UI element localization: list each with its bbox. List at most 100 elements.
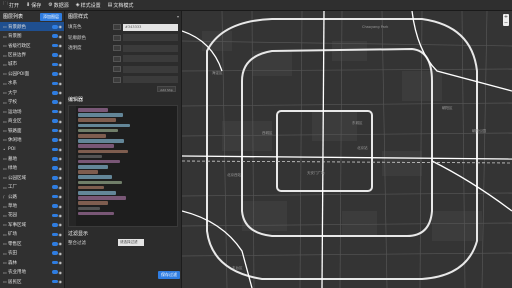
layer-visibility-toggle[interactable] <box>51 147 58 152</box>
eye-icon[interactable]: ◉ <box>59 175 63 180</box>
layer-visibility-toggle[interactable] <box>51 53 58 57</box>
eye-icon[interactable]: ◉ <box>59 166 63 171</box>
eye-icon[interactable]: ◉ <box>59 71 63 76</box>
document-mode-button[interactable]: ▤ 文档模式 <box>108 2 134 9</box>
layer-row[interactable]: ▭ 矿场 ◉ <box>0 230 64 239</box>
save-button[interactable]: ⬇ 保存 <box>26 2 41 9</box>
eye-icon[interactable]: ◉ <box>59 128 63 133</box>
collapse-icon[interactable]: ▾ <box>177 14 179 19</box>
layer-row[interactable]: ▭ 花园 ◉ <box>0 211 64 220</box>
eye-icon[interactable]: ◉ <box>59 43 63 48</box>
layer-visibility-toggle[interactable] <box>51 223 58 227</box>
layer-visibility-toggle[interactable] <box>51 43 58 48</box>
map-view[interactable]: Chaoyang Park 朝阳公园 北京站 天安门广场 北京西站 丰台区 海淀… <box>182 11 512 288</box>
outline-color-swatch[interactable] <box>113 34 121 41</box>
fill-color-swatch[interactable] <box>113 24 121 31</box>
layer-row[interactable]: ▭ 农田 ◉ <box>0 249 64 258</box>
layer-row[interactable]: ▭ 大学 ◉ <box>0 88 64 97</box>
layer-row[interactable]: ▭ 绿地 ◉ <box>0 164 64 173</box>
layer-visibility-toggle[interactable] <box>51 185 58 189</box>
opacity-swatch[interactable] <box>113 45 121 52</box>
layer-row[interactable]: ▭ 城市 ◉ <box>0 60 64 69</box>
layer-row[interactable]: ▭ 运动场 ◉ <box>0 107 64 116</box>
opacity-input[interactable] <box>123 44 178 52</box>
layer-row[interactable]: ▭ 区县边界 ◉ <box>0 50 64 59</box>
style-row-4-swatch[interactable] <box>113 55 121 62</box>
eye-icon[interactable]: ◉ <box>59 270 63 275</box>
layer-row[interactable]: ▭ 工厂 ◉ <box>0 182 64 191</box>
style-settings-button[interactable]: ◈ 样式设置 <box>76 2 101 9</box>
style-row-6-input[interactable] <box>123 76 178 84</box>
eye-icon[interactable]: ◉ <box>59 81 63 86</box>
apply-style-button[interactable]: Add Shp <box>157 86 176 92</box>
layer-visibility-toggle[interactable] <box>51 81 58 86</box>
eye-icon[interactable]: ◉ <box>59 241 63 246</box>
layer-visibility-toggle[interactable] <box>51 119 58 123</box>
eye-icon[interactable]: ◉ <box>59 156 63 161</box>
code-editor[interactable] <box>68 105 178 227</box>
layer-visibility-toggle[interactable] <box>51 128 58 133</box>
layer-visibility-toggle[interactable] <box>51 251 58 256</box>
layer-visibility-toggle[interactable] <box>51 90 58 95</box>
layer-row[interactable]: ▭ 水系 ◉ <box>0 79 64 88</box>
open-button[interactable]: 🗀 打开 <box>3 1 19 9</box>
layer-row[interactable]: ▭ 背景图 ◉ <box>0 31 64 40</box>
layer-visibility-toggle[interactable] <box>51 270 58 274</box>
fill-color-input[interactable]: #343333 <box>123 23 178 31</box>
save-filter-button[interactable]: 保存过滤 <box>158 271 180 279</box>
layer-visibility-toggle[interactable] <box>51 109 58 114</box>
add-layer-button[interactable]: 添加图层 <box>40 12 62 21</box>
eye-icon[interactable]: ◉ <box>59 194 63 199</box>
layer-row[interactable]: ▭ 草地 ◉ <box>0 201 64 210</box>
layer-row[interactable]: ▭ 背景颜色 ◉ <box>0 22 64 32</box>
layer-row[interactable]: ▭ 居民区 ◉ <box>0 277 64 286</box>
eye-icon[interactable]: ◉ <box>59 185 63 190</box>
style-row-5-input[interactable] <box>123 65 178 73</box>
eye-icon[interactable]: ◉ <box>59 100 63 105</box>
map-canvas[interactable] <box>182 11 512 288</box>
filter-select[interactable]: 请选择过滤 <box>118 239 144 246</box>
data-source-button[interactable]: ⚙ 数据源 <box>48 2 69 9</box>
layer-row[interactable]: • POI ◉ <box>0 145 64 154</box>
layer-visibility-toggle[interactable] <box>51 100 58 105</box>
layer-visibility-toggle[interactable] <box>51 166 58 171</box>
style-row-5-swatch[interactable] <box>113 66 121 73</box>
layer-visibility-toggle[interactable] <box>51 157 58 161</box>
layer-row[interactable]: ▭ 森林 ◉ <box>0 258 64 267</box>
layer-row[interactable]: ▭ 省级行政区 ◉ <box>0 41 64 50</box>
eye-icon[interactable]: ◉ <box>59 109 63 114</box>
layer-row[interactable]: ▭ 军事区域 ◉ <box>0 220 64 229</box>
zoom-out-button[interactable]: − <box>503 20 509 26</box>
outline-color-input[interactable] <box>123 34 178 42</box>
eye-icon[interactable]: ◉ <box>59 34 63 39</box>
eye-icon[interactable]: ◉ <box>59 119 63 124</box>
eye-icon[interactable]: ◉ <box>59 53 63 58</box>
eye-icon[interactable]: ◉ <box>59 213 63 218</box>
eye-icon[interactable]: ◉ <box>59 260 63 265</box>
eye-icon[interactable]: ◉ <box>59 62 63 67</box>
style-row-4-input[interactable] <box>123 55 178 63</box>
layer-visibility-toggle[interactable] <box>51 194 58 199</box>
layer-visibility-toggle[interactable] <box>51 72 58 76</box>
eye-icon[interactable]: ◉ <box>59 232 63 237</box>
layer-visibility-toggle[interactable] <box>51 175 58 180</box>
layer-visibility-toggle[interactable] <box>51 232 58 237</box>
layer-visibility-toggle[interactable] <box>51 213 58 218</box>
layer-visibility-toggle[interactable] <box>51 279 58 284</box>
eye-icon[interactable]: ◉ <box>59 24 63 29</box>
layer-row[interactable]: ∕ 公路 ◉ <box>0 192 64 201</box>
eye-icon[interactable]: ◉ <box>59 147 63 152</box>
layer-visibility-toggle[interactable] <box>51 34 58 38</box>
eye-icon[interactable]: ◉ <box>59 90 63 95</box>
layer-row[interactable]: ▭ 休闲地 ◉ <box>0 135 64 144</box>
eye-icon[interactable]: ◉ <box>59 279 63 284</box>
layer-visibility-toggle[interactable] <box>51 260 58 265</box>
layer-visibility-toggle[interactable] <box>51 62 58 67</box>
layer-row[interactable]: ▭ 商业区 ◉ <box>0 116 64 125</box>
layer-row[interactable]: ▭ 农业用地 ◉ <box>0 267 64 276</box>
layer-row[interactable]: ▭ 公园POI面 ◉ <box>0 69 64 78</box>
layer-row[interactable]: ▭ 公园区域 ◉ <box>0 173 64 182</box>
eye-icon[interactable]: ◉ <box>59 251 63 256</box>
layer-visibility-toggle[interactable] <box>51 204 58 208</box>
layer-row[interactable]: ▭ 墓地 ◉ <box>0 154 64 163</box>
